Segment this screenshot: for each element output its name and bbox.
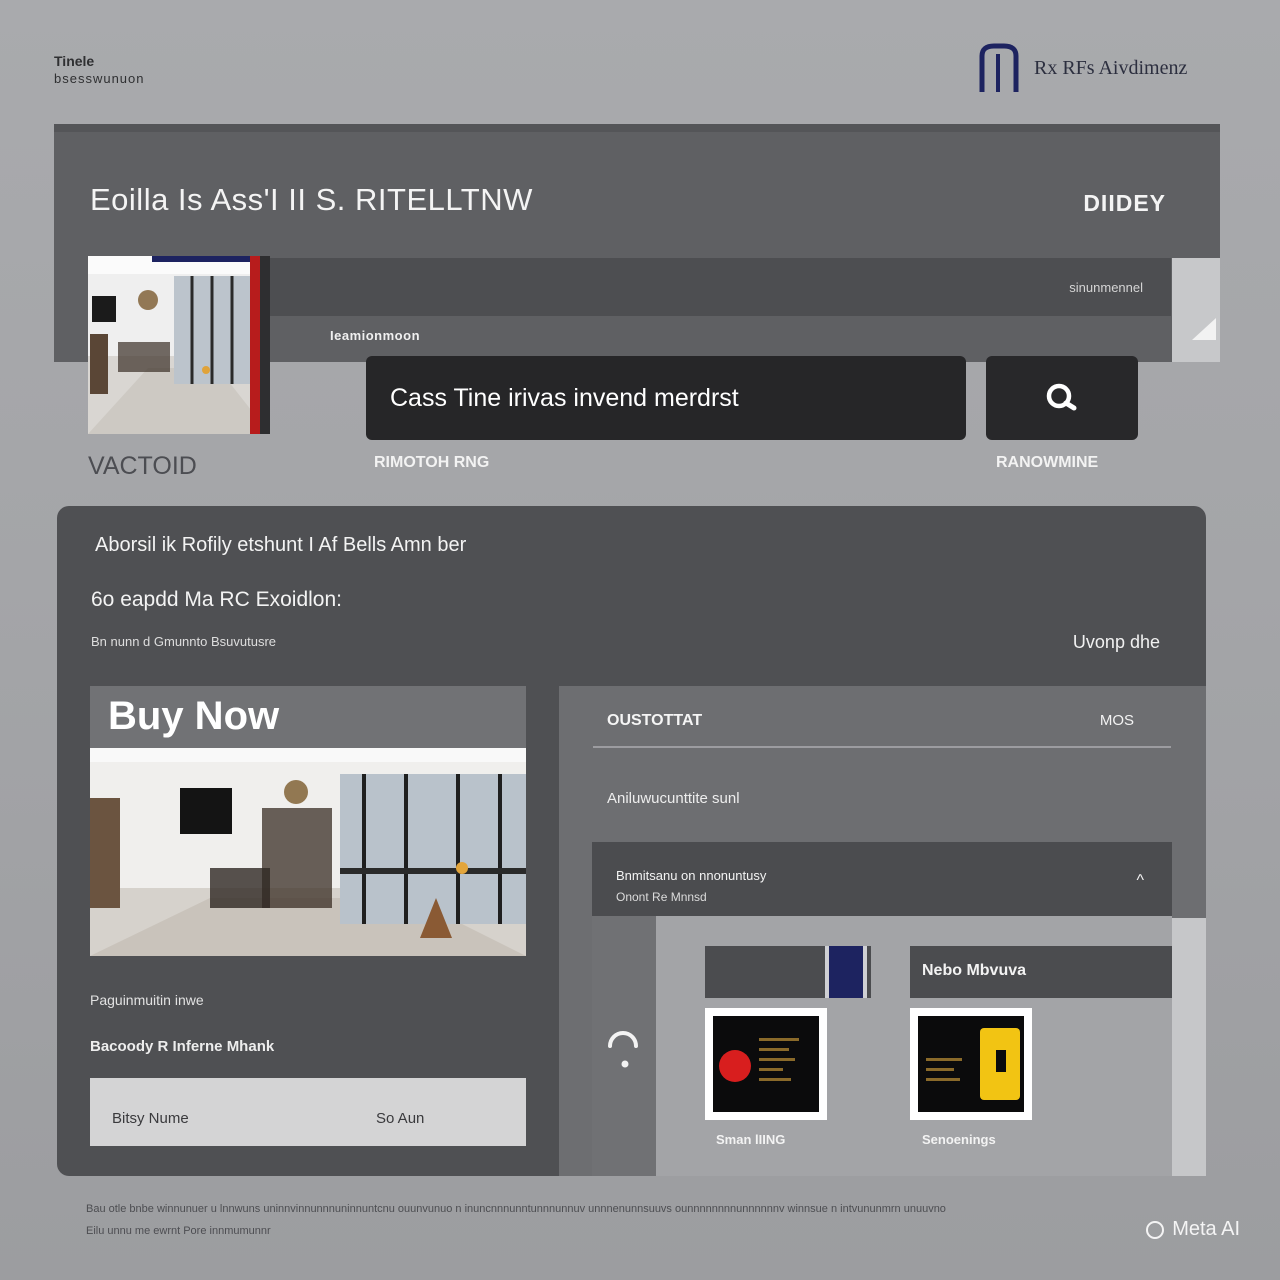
buy-title-bar[interactable]: Buy Now bbox=[90, 686, 526, 748]
buy-caption-secondary: Bacoody R Inferne Mhank bbox=[90, 1038, 275, 1055]
resize-handle[interactable] bbox=[1172, 258, 1220, 362]
tile-header[interactable] bbox=[705, 946, 871, 998]
chevron-up-icon[interactable]: ^ bbox=[1136, 872, 1144, 890]
thumbnail-image bbox=[918, 1016, 1024, 1112]
buy-photo bbox=[90, 748, 526, 956]
search-input[interactable]: Cass Tine irivas invend merdrst bbox=[366, 356, 966, 440]
footer-text: Bau otle bnbe winnunuer u lnnwuns uninnv… bbox=[86, 1198, 1186, 1242]
brand-logo[interactable]: Rx RFs Aivdimenz bbox=[976, 42, 1246, 94]
scrollbar[interactable] bbox=[1172, 918, 1206, 1176]
thumbnail-card[interactable] bbox=[910, 1008, 1032, 1120]
meta-ring-icon bbox=[1146, 1220, 1165, 1239]
main-small-text: Bn nunn d Gmunnto Bsuvutusre bbox=[91, 634, 277, 649]
accordion-header[interactable]: Bnmitsanu on nnonuntusy Onont Re Mnnsd ^ bbox=[592, 842, 1172, 916]
thumbnail-image bbox=[713, 1016, 819, 1112]
main-heading: Aborsil ik Rofily etshunt I Af Bells Amn… bbox=[95, 534, 467, 556]
thumbnail-caption: Senoenings bbox=[922, 1132, 996, 1147]
watermark-text: Meta AI bbox=[1172, 1218, 1240, 1240]
tile-accent bbox=[825, 946, 867, 998]
photo-caption: VACTOID bbox=[88, 452, 197, 480]
accordion: Bnmitsanu on nnonuntusy Onont Re Mnnsd ^… bbox=[592, 842, 1172, 1176]
right-panel: OUSTOTTAT MOS Aniluwucunttite sunl Bnmit… bbox=[559, 686, 1206, 1176]
accordion-subtitle: Onont Re Mnnsd bbox=[616, 890, 707, 904]
right-panel-description: Aniluwucunttite sunl bbox=[607, 790, 740, 807]
main-panel: Aborsil ik Rofily etshunt I Af Bells Amn… bbox=[57, 506, 1206, 1176]
footer-line: Bau otle bnbe winnunuer u lnnwuns uninnv… bbox=[86, 1203, 946, 1215]
search-hint: RIMOTOH RNG bbox=[374, 454, 490, 471]
hero-title: Eoilla Is Ass'I II S. RITELLTNW bbox=[90, 182, 533, 217]
spinner-icon bbox=[608, 1031, 638, 1068]
right-panel-action[interactable]: MOS bbox=[1100, 712, 1134, 729]
arch-logo-icon bbox=[979, 43, 1019, 92]
corner-title: Tinele bbox=[54, 53, 95, 69]
buy-card: Buy Now Paguinmuitin inwe Bacoody R Infe… bbox=[90, 686, 526, 1078]
divider bbox=[593, 746, 1171, 748]
search-label: Ieamionmoon bbox=[330, 328, 421, 343]
corner-subtitle: bsesswunuon bbox=[54, 71, 145, 86]
buy-caption: Paguinmuitin inwe bbox=[90, 992, 204, 1008]
brand-name: Rx RFs Aivdimenz bbox=[1034, 56, 1188, 79]
hero-badge: DIIDEY bbox=[1083, 190, 1166, 216]
main-right-link[interactable]: Uvonp dhe bbox=[1073, 632, 1160, 653]
buy-bar-label: Bitsy Nume bbox=[112, 1110, 189, 1127]
footer-line: Eilu unnu me ewrnt Pore innmumunnr bbox=[86, 1225, 271, 1237]
search-input-value: Cass Tine irivas invend merdrst bbox=[390, 383, 739, 412]
watermark: Meta AI bbox=[1146, 1218, 1240, 1241]
search-icon bbox=[1046, 383, 1077, 411]
thumbnail-caption: Sman lIING bbox=[716, 1132, 786, 1147]
main-subheading: 6o eapdd Ma RC Exoidlon: bbox=[91, 588, 342, 611]
resize-corner-icon bbox=[1192, 318, 1216, 340]
buy-bar-value: So Aun bbox=[376, 1110, 425, 1127]
hero-strip: sinunmennel bbox=[268, 258, 1171, 316]
hero-strip-text: sinunmennel bbox=[1069, 280, 1143, 295]
buy-now-title: Buy Now bbox=[108, 694, 280, 738]
thumbnail-card[interactable] bbox=[705, 1008, 827, 1120]
accordion-rail bbox=[592, 916, 656, 1176]
accordion-title: Bnmitsanu on nnonuntusy bbox=[616, 868, 767, 883]
tile-label: Nebo Mbvuva bbox=[922, 962, 1027, 979]
search-button-caption: RANOWMINE bbox=[996, 454, 1099, 471]
tile-header-labeled[interactable]: Nebo Mbvuva bbox=[910, 946, 1172, 998]
buy-action-bar[interactable]: Bitsy Nume So Aun bbox=[90, 1078, 526, 1146]
corner-label: Tinele bsesswunuon bbox=[54, 52, 145, 88]
search-button[interactable] bbox=[986, 356, 1138, 440]
hero-photo bbox=[88, 256, 270, 434]
right-panel-title: OUSTOTTAT bbox=[607, 712, 703, 729]
